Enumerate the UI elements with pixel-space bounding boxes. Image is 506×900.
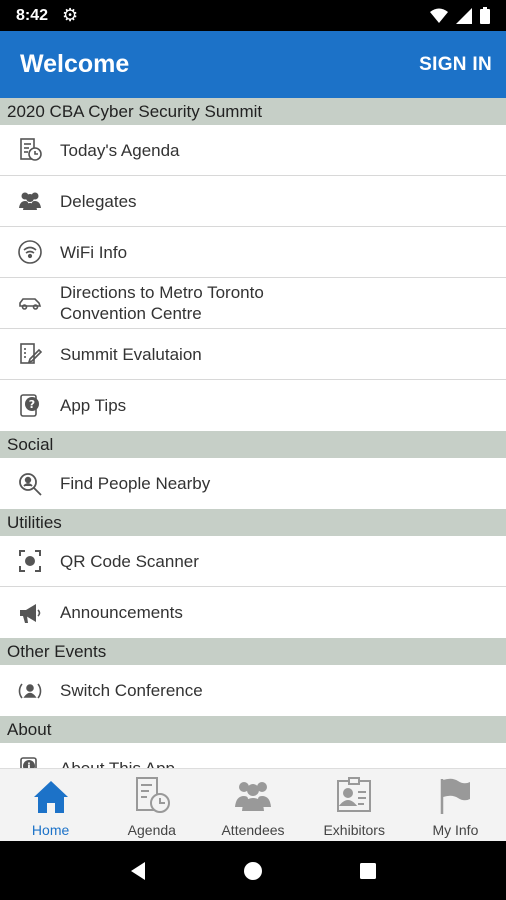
bottom-navigation: Home Agenda Attendees Exhibitors My Info xyxy=(0,768,506,841)
menu-item-delegates[interactable]: Delegates xyxy=(0,176,506,227)
menu-item-label: Summit Evalutaion xyxy=(60,344,202,364)
tab-label: Exhibitors xyxy=(323,822,385,838)
switch-icon xyxy=(0,678,60,704)
menu-item-app-tips[interactable]: ? App Tips xyxy=(0,380,506,431)
settings-gear-icon: ⚙ xyxy=(62,5,79,25)
menu-item-label: About This App xyxy=(60,758,175,768)
tab-exhibitors[interactable]: Exhibitors xyxy=(304,769,405,841)
menu-item-label: Announcements xyxy=(60,603,183,622)
menu-item-label: App Tips xyxy=(60,396,127,415)
sign-in-button[interactable]: SIGN IN xyxy=(419,54,492,76)
tab-label: Attendees xyxy=(221,822,285,838)
menu-item-summit-evaluation[interactable]: Summit Evalutaion xyxy=(0,329,506,380)
menu-list[interactable]: 2020 CBA Cyber Security Summit Today's A… xyxy=(0,98,506,768)
menu-item-find-people-nearby[interactable]: Find People Nearby xyxy=(0,458,506,509)
menu-item-directions[interactable]: Directions to Metro Toronto Convention C… xyxy=(0,278,506,329)
megaphone-icon xyxy=(0,600,60,626)
tab-home[interactable]: Home xyxy=(0,769,101,841)
home-icon xyxy=(33,781,68,813)
tab-agenda[interactable]: Agenda xyxy=(101,769,202,841)
menu-item-label: Switch Conference xyxy=(60,681,203,700)
tab-label: Agenda xyxy=(127,822,176,838)
section-header: About xyxy=(0,716,506,743)
cell-signal-icon xyxy=(456,7,472,24)
menu-item-announcements[interactable]: Announcements xyxy=(0,587,506,638)
tab-my-info[interactable]: My Info xyxy=(405,769,506,841)
recents-icon[interactable] xyxy=(348,851,388,891)
wifi-icon xyxy=(0,239,60,265)
menu-item-todays-agenda[interactable]: Today's Agenda xyxy=(0,125,506,176)
menu-item-label: QR Code Scanner xyxy=(60,551,199,571)
back-icon[interactable] xyxy=(118,851,158,891)
help-icon: ? xyxy=(0,393,60,419)
status-bar: 8:42 ⚙ xyxy=(0,0,506,31)
tab-attendees[interactable]: Attendees xyxy=(202,769,303,841)
section-header: Utilities xyxy=(0,509,506,536)
system-navigation-bar xyxy=(0,841,506,900)
attendees-icon xyxy=(235,782,271,811)
menu-item-qr-code-scanner[interactable]: QR Code Scanner xyxy=(0,536,506,587)
menu-item-label: Find People Nearby xyxy=(60,474,211,493)
car-icon xyxy=(0,290,60,316)
agenda-clock-icon xyxy=(0,137,60,163)
status-time: 8:42 xyxy=(16,6,49,24)
search-person-icon xyxy=(0,471,60,497)
section-header: Social xyxy=(0,431,506,458)
tab-label: Home xyxy=(31,822,70,838)
section-header: Other Events xyxy=(0,638,506,665)
qr-scanner-icon xyxy=(0,548,60,574)
svg-text:?: ? xyxy=(29,398,35,411)
menu-item-wifi-info[interactable]: WiFi Info xyxy=(0,227,506,278)
page-title: Welcome xyxy=(20,50,130,78)
menu-item-label: WiFi Info xyxy=(60,242,128,262)
exhibitors-icon xyxy=(337,777,372,812)
menu-item-label: Delegates xyxy=(60,191,137,211)
app-bar: Welcome SIGN IN xyxy=(0,31,506,98)
menu-item-about-this-app[interactable]: i About This App xyxy=(0,743,506,768)
menu-item-label: Directions to Metro Toronto Convention C… xyxy=(60,283,264,323)
people-icon xyxy=(0,188,60,214)
section-header: 2020 CBA Cyber Security Summit xyxy=(0,98,506,125)
tab-label: My Info xyxy=(432,822,479,838)
menu-item-label: Today's Agenda xyxy=(60,140,180,160)
evaluation-icon xyxy=(0,341,60,367)
battery-icon xyxy=(480,7,490,24)
agenda-icon xyxy=(135,777,170,813)
info-icon: i xyxy=(0,756,60,768)
flag-icon xyxy=(441,778,471,814)
wifi-signal-icon xyxy=(430,8,448,23)
menu-item-switch-conference[interactable]: Switch Conference xyxy=(0,665,506,716)
home-circle-icon[interactable] xyxy=(233,851,273,891)
